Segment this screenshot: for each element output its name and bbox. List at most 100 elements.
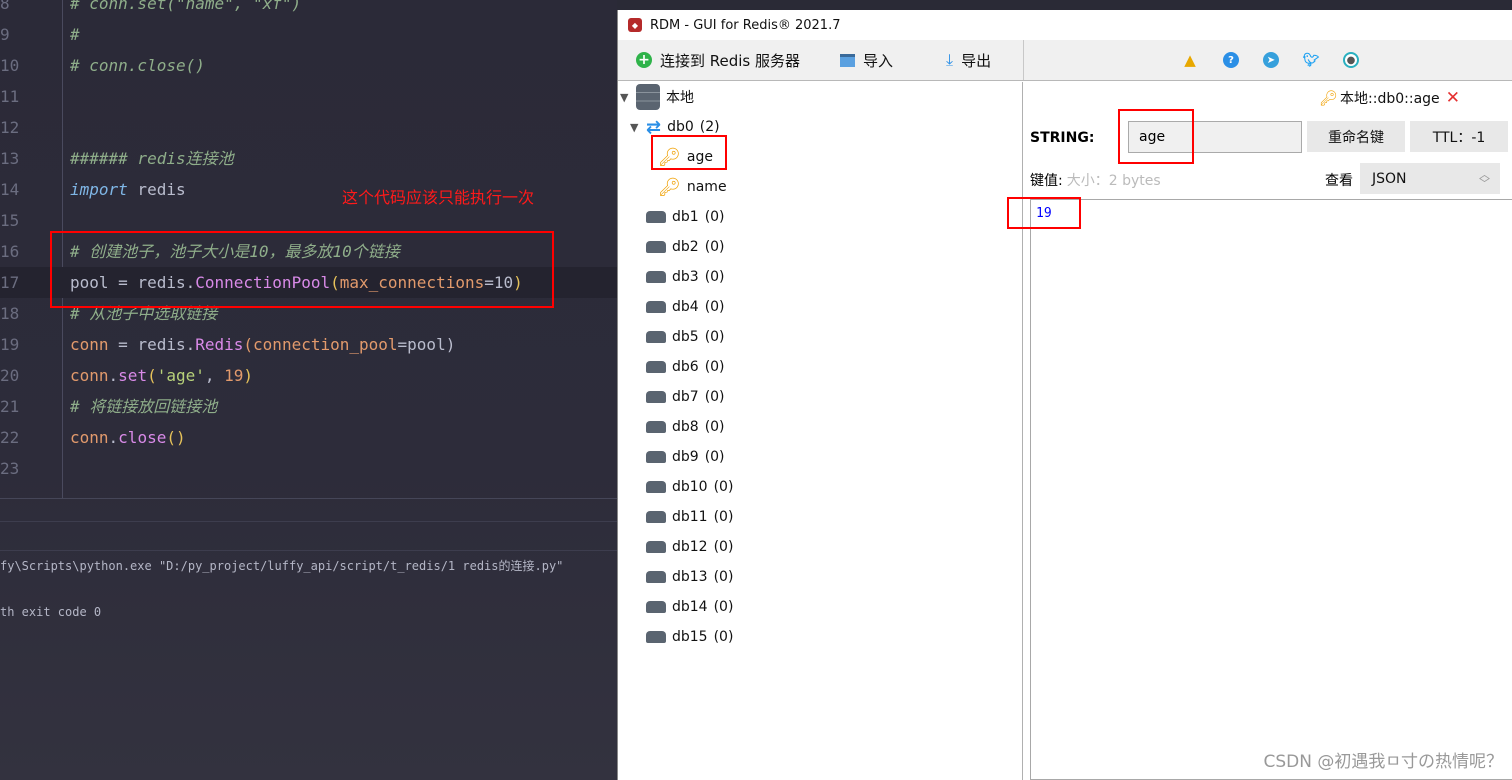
code-token: ) xyxy=(243,366,254,385)
help-icon[interactable]: ? xyxy=(1223,52,1239,68)
db-name: db5 xyxy=(672,329,699,345)
code-line[interactable]: 21 # 将链接放回链接池 xyxy=(0,391,617,422)
db-count: (0) xyxy=(713,509,734,525)
db-count: (0) xyxy=(713,539,734,555)
code-token: = xyxy=(108,335,138,354)
connect-label: 连接到 Redis 服务器 xyxy=(660,51,801,70)
tree-db-db4[interactable]: db4 (0) xyxy=(630,292,725,322)
code-token: close xyxy=(118,428,167,447)
tree-db-db15[interactable]: db15 (0) xyxy=(630,622,733,652)
tree-db-db14[interactable]: db14 (0) xyxy=(630,592,733,622)
code-line[interactable]: 10 # conn.close() xyxy=(0,50,617,81)
code-text: conn.close() xyxy=(70,422,186,453)
db-name: db2 xyxy=(672,239,699,255)
type-label: STRING: xyxy=(1030,130,1095,146)
close-tab-icon[interactable]: ✕ xyxy=(1446,88,1460,108)
code-line[interactable]: 8 # conn.set("name", "xf") xyxy=(0,0,617,19)
ttl-button[interactable]: TTL：-1 xyxy=(1410,121,1508,152)
code-token: ( xyxy=(147,366,157,385)
tree-db-db7[interactable]: db7 (0) xyxy=(630,382,725,412)
code-text: ###### redis连接池 xyxy=(70,143,234,174)
tree-db-db3[interactable]: db3 (0) xyxy=(630,262,725,292)
tree-db-db1[interactable]: db1 (0) xyxy=(630,202,725,232)
line-number: 12 xyxy=(0,118,20,137)
code-editor[interactable]: 8 # conn.set("name", "xf") 9 #10 # conn.clos… xyxy=(0,0,617,780)
code-line[interactable]: 23 xyxy=(0,453,617,484)
value-label: 键值: xyxy=(1030,173,1063,189)
window-title: RDM - GUI for Redis® 2021.7 xyxy=(650,17,841,33)
connection-tree: ▼ 本地 ▼ ⇄ db0 (2) 🔑︎ age 🔑︎ name db1 (0) db2 (0) db3(… xyxy=(618,82,1023,780)
line-number: 11 xyxy=(0,87,20,106)
tree-key[interactable]: 🔑︎ name xyxy=(658,172,727,202)
line-number: 19 xyxy=(0,335,20,354)
code-token: # xyxy=(70,25,80,44)
db-count: (0) xyxy=(713,629,734,645)
db-name: db11 xyxy=(672,509,708,525)
code-line[interactable]: 9 # xyxy=(0,19,617,50)
line-number: 9 xyxy=(0,25,10,44)
tree-server[interactable]: ▼ 本地 xyxy=(620,82,694,112)
db-name: db8 xyxy=(672,419,699,435)
db-count: (0) xyxy=(713,599,734,615)
view-mode-value: JSON xyxy=(1372,170,1407,187)
db-count: (0) xyxy=(704,239,725,255)
code-line[interactable]: 20 conn.set('age', 19) xyxy=(0,360,617,391)
rdm-logo-icon: ◆ xyxy=(628,18,642,32)
database-icon xyxy=(646,631,666,643)
line-number: 21 xyxy=(0,397,20,416)
twitter-icon[interactable]: 🐦︎ xyxy=(1303,52,1320,68)
key-tab[interactable]: 🔑︎ 本地::db0::age ✕ xyxy=(1319,88,1460,108)
warning-icon[interactable]: ▲ xyxy=(1182,51,1198,69)
code-line[interactable]: 11 xyxy=(0,81,617,112)
import-button[interactable]: 导入 xyxy=(840,40,893,80)
value-editor[interactable]: 19 xyxy=(1030,199,1512,780)
db-count: (0) xyxy=(713,479,734,495)
code-text: # 将链接放回链接池 xyxy=(70,391,217,422)
code-token: . xyxy=(108,366,119,385)
db-count: (0) xyxy=(713,569,734,585)
spinner-arrows-icon: ︿ ﹀ xyxy=(1479,167,1490,190)
connect-button[interactable]: + 连接到 Redis 服务器 xyxy=(636,40,800,80)
db-name: db6 xyxy=(672,359,699,375)
code-token: () xyxy=(166,428,186,447)
code-line[interactable]: 22 conn.close() xyxy=(0,422,617,453)
database-icon xyxy=(646,361,666,373)
db-count: (2) xyxy=(699,119,720,135)
code-line[interactable]: 19 conn = redis.Redis(connection_pool=poo… xyxy=(0,329,617,360)
tree-db-db11[interactable]: db11 (0) xyxy=(630,502,733,532)
tree-db-db9[interactable]: db9 (0) xyxy=(630,442,725,472)
line-number: 23 xyxy=(0,459,20,478)
code-text: import redis xyxy=(70,174,186,205)
server-label: 本地 xyxy=(666,90,694,106)
db-count: (0) xyxy=(704,449,725,465)
tree-db-db10[interactable]: db10 (0) xyxy=(630,472,733,502)
telegram-icon[interactable]: ➤ xyxy=(1263,52,1279,68)
database-icon xyxy=(646,481,666,493)
db-name: db10 xyxy=(672,479,708,495)
code-line[interactable]: 13 ###### redis连接池 xyxy=(0,143,617,174)
code-text: conn.set('age', 19) xyxy=(70,360,253,391)
tree-db-db12[interactable]: db12 (0) xyxy=(630,532,733,562)
tree-db-db2[interactable]: db2 (0) xyxy=(630,232,725,262)
key-icon: 🔑︎ xyxy=(658,176,681,198)
tree-db-db8[interactable]: db8 (0) xyxy=(630,412,725,442)
export-button[interactable]: ⤓ 导出 xyxy=(946,40,991,80)
expand-icon: ▼ xyxy=(630,120,639,134)
line-number: 20 xyxy=(0,366,20,385)
code-token: # conn.set("name", "xf") xyxy=(70,0,302,13)
code-line[interactable]: 12 xyxy=(0,112,617,143)
view-mode-select[interactable]: JSON ︿ ﹀ xyxy=(1360,163,1500,194)
code-token: conn xyxy=(70,428,109,447)
highlight-box-name xyxy=(1118,109,1194,164)
db-name: db0 xyxy=(667,119,694,135)
rename-button[interactable]: 重命名键 xyxy=(1307,121,1405,152)
tree-db-db6[interactable]: db6 (0) xyxy=(630,352,725,382)
code-token: redis xyxy=(127,180,186,199)
github-icon[interactable]: ● xyxy=(1343,52,1359,68)
db-count: (0) xyxy=(704,359,725,375)
tree-db-db5[interactable]: db5 (0) xyxy=(630,322,725,352)
tree-db-db13[interactable]: db13 (0) xyxy=(630,562,733,592)
server-icon xyxy=(636,84,660,110)
code-token: 'age' xyxy=(156,366,205,385)
line-number: 8 xyxy=(0,0,10,13)
